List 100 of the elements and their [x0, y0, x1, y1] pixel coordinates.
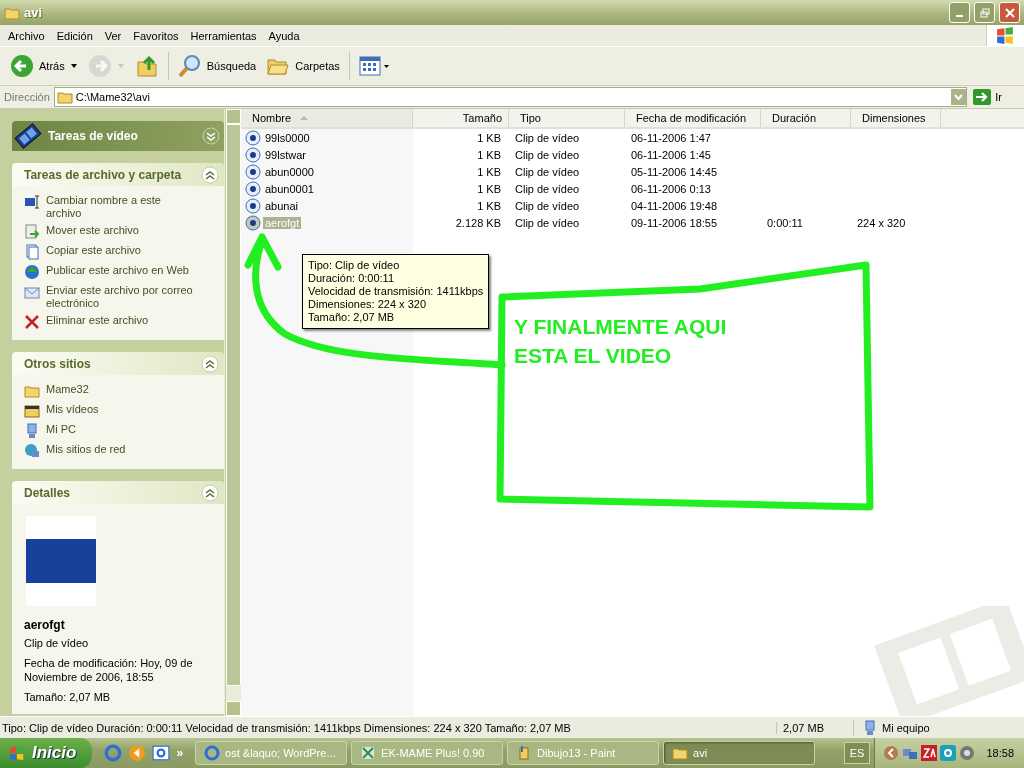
- column-header[interactable]: Tipo: [509, 109, 625, 127]
- search-icon: [177, 54, 202, 78]
- move-icon: [24, 224, 40, 240]
- menu-item[interactable]: Herramientas: [184, 29, 263, 42]
- go-button[interactable]: Ir: [971, 89, 1020, 105]
- task-link[interactable]: Copiar este archivo: [46, 244, 196, 257]
- address-field[interactable]: C:\Mame32\avi: [53, 87, 968, 107]
- status-text: Tipo: Clip de vídeo Duración: 0:00:11 Velocidad de transmisión: 1411kbps Dimensiones: 224 x 320 Tamaño: 2,07 MB: [1, 721, 572, 734]
- status-size: 2,07 MB: [776, 721, 853, 734]
- menu-item[interactable]: Archivo: [2, 29, 51, 42]
- restore-icon: [979, 7, 990, 18]
- folder-icon: [56, 89, 73, 105]
- rename-icon: [24, 194, 40, 210]
- scrollbar[interactable]: [225, 109, 241, 716]
- minimize-button[interactable]: [949, 2, 970, 23]
- folder-icon: [24, 383, 40, 399]
- browser-icon[interactable]: [104, 744, 123, 762]
- file-name[interactable]: 99ls0000: [263, 131, 312, 144]
- modified-date: Fecha de modificación: Hoy, 09 de Noviembre de 2006, 18:55: [24, 656, 194, 684]
- folders-button[interactable]: Carpetas: [262, 50, 344, 82]
- clock: 18:58: [986, 747, 1014, 759]
- table-cell: 06-11-2006 1:47: [631, 131, 711, 144]
- menu-item[interactable]: Favoritos: [127, 29, 185, 42]
- globe-icon: [24, 264, 40, 280]
- task-link[interactable]: Eliminar este archivo: [46, 314, 196, 327]
- film-strip-icon: [14, 122, 42, 150]
- delete-icon: [24, 314, 40, 330]
- task-link[interactable]: Mis sitios de red: [46, 443, 196, 456]
- panel-header[interactable]: Tareas de archivo y carpeta: [12, 163, 224, 186]
- file-type: Clip de vídeo: [24, 636, 90, 650]
- expand-icon[interactable]: [202, 127, 220, 145]
- panel-header[interactable]: Detalles: [12, 481, 224, 504]
- table-cell: Clip de vídeo: [515, 216, 580, 229]
- task-link[interactable]: Mover este archivo: [46, 224, 196, 237]
- column-header[interactable]: Tamaño: [413, 109, 509, 127]
- collapse-icon[interactable]: [201, 165, 219, 184]
- language-indicator[interactable]: ES: [843, 742, 871, 764]
- caret-icon: [69, 63, 78, 69]
- minimize-icon: [956, 15, 963, 17]
- computer-icon: [862, 719, 878, 736]
- table-cell: 1 KB: [477, 165, 501, 178]
- media-player-icon[interactable]: [128, 744, 147, 762]
- dropdown-icon[interactable]: [951, 89, 967, 105]
- table-cell: Clip de vídeo: [515, 131, 580, 144]
- table-cell: 05-11-2006 14:45: [631, 165, 718, 178]
- za-icon[interactable]: [921, 745, 938, 761]
- collapse-icon[interactable]: [201, 354, 219, 373]
- file-name[interactable]: abunai: [263, 199, 301, 212]
- task-link[interactable]: Mi PC: [46, 423, 196, 436]
- close-icon: [1004, 7, 1015, 18]
- menu-item[interactable]: Ver: [98, 29, 128, 42]
- task-link[interactable]: Enviar este archivo por correo electrónico: [46, 284, 196, 310]
- table-cell: 06-11-2006 1:45: [631, 148, 711, 161]
- task-link[interactable]: Publicar este archivo en Web: [46, 264, 196, 277]
- speaker-icon[interactable]: [959, 745, 976, 761]
- address-label: Dirección: [4, 91, 50, 103]
- table-cell: 09-11-2006 18:55: [631, 216, 718, 229]
- tooltip-line: Dimensiones: 224 x 320: [308, 298, 427, 311]
- file-name[interactable]: 99lstwar: [263, 148, 308, 161]
- restore-button[interactable]: [974, 2, 995, 23]
- table-cell: 04-11-2006 19:48: [631, 199, 718, 212]
- annotation-text: Y FINALMENTE AQUI ESTA EL VIDEO: [514, 314, 728, 369]
- task-link[interactable]: Cambiar nombre a este archivo: [46, 194, 196, 220]
- table-cell: Clip de vídeo: [515, 148, 580, 161]
- column-header[interactable]: Dimensiones: [851, 109, 941, 127]
- browser-icon: [204, 745, 221, 761]
- table-cell: 2.128 KB: [455, 216, 501, 229]
- taskbar-button[interactable]: avi: [663, 741, 816, 765]
- menu-item[interactable]: Ayuda: [262, 29, 306, 42]
- tooltip-line: Duración: 0:00:11: [308, 272, 396, 285]
- panel-header[interactable]: Tareas de vídeo: [12, 121, 224, 151]
- table-cell: Clip de vídeo: [515, 199, 580, 212]
- sort-arrow-icon: [299, 115, 310, 121]
- video-file-icon: [245, 163, 261, 180]
- file-size: Tamaño: 2,07 MB: [24, 690, 112, 704]
- film-folder-icon: [24, 403, 40, 419]
- video-file-icon: [245, 214, 261, 231]
- table-cell: 1 KB: [477, 199, 501, 212]
- column-header[interactable]: Duración: [761, 109, 851, 127]
- column-header[interactable]: Nombre: [241, 109, 413, 127]
- tooltip-line: Velocidad de transmisión: 1411kbps: [308, 285, 484, 298]
- panel-header[interactable]: Otros sitios: [12, 352, 224, 375]
- window-icon[interactable]: [152, 744, 171, 762]
- video-file-icon: [245, 180, 261, 197]
- menu-item[interactable]: Edición: [50, 29, 99, 42]
- folder-up-icon: [134, 54, 159, 78]
- views-icon: [358, 55, 391, 77]
- task-link[interactable]: Mis vídeos: [46, 403, 196, 416]
- search-button[interactable]: Búsqueda: [173, 50, 261, 82]
- close-button[interactable]: [999, 2, 1020, 23]
- collapse-icon[interactable]: [201, 483, 219, 502]
- column-header[interactable]: Fecha de modificación: [625, 109, 761, 127]
- table-cell: 1 KB: [477, 148, 501, 161]
- file-name[interactable]: abun0000: [263, 165, 316, 178]
- back-button[interactable]: Atrás: [6, 50, 82, 82]
- file-name[interactable]: abun0001: [263, 182, 316, 195]
- network-icon: [24, 443, 40, 459]
- app-icon[interactable]: [940, 745, 957, 761]
- task-link[interactable]: Mame32: [46, 383, 196, 396]
- table-cell: 06-11-2006 0:13: [631, 182, 711, 195]
